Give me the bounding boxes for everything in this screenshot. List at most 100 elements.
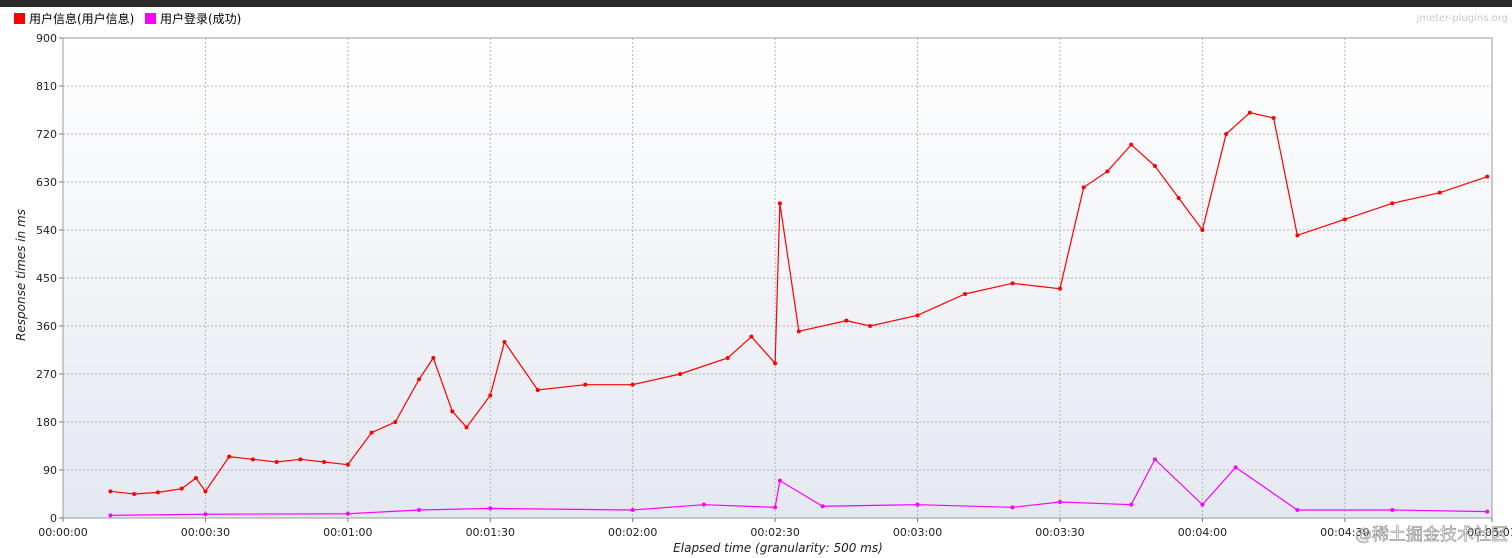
window-bar <box>0 0 1512 7</box>
data-point <box>108 513 113 518</box>
data-point <box>417 377 422 382</box>
data-point <box>393 420 398 424</box>
data-point <box>1295 233 1300 238</box>
data-point <box>1233 465 1238 470</box>
x-tick-label: 00:00:30 <box>181 526 230 539</box>
y-tick-label: 180 <box>36 416 57 429</box>
data-point <box>749 334 754 339</box>
data-point <box>1176 196 1181 200</box>
x-tick-label: 00:03:00 <box>893 526 942 539</box>
data-point <box>1129 142 1134 147</box>
x-axis-label: Elapsed time (granularity: 500 ms) <box>673 541 883 555</box>
data-point <box>274 460 279 464</box>
data-point <box>1224 132 1229 136</box>
data-point <box>250 457 255 462</box>
data-point <box>773 361 778 366</box>
data-point <box>488 393 493 398</box>
y-tick-label: 0 <box>50 512 57 525</box>
x-tick-label: 00:04:00 <box>1178 526 1227 539</box>
data-point <box>1010 505 1015 510</box>
data-point <box>1200 502 1205 507</box>
data-point <box>777 201 782 206</box>
data-point <box>108 489 113 494</box>
data-point <box>1485 174 1490 179</box>
y-tick-label: 720 <box>36 128 57 141</box>
legend: 用户信息(用户信息) 用户登录(成功) <box>14 11 241 26</box>
data-point <box>345 462 350 467</box>
data-point <box>820 504 825 509</box>
x-tick-label: 00:02:00 <box>608 526 657 539</box>
data-point <box>1295 508 1300 512</box>
x-tick-label: 00:03:30 <box>1035 526 1084 539</box>
data-point <box>1200 228 1205 232</box>
legend-swatch-user-info <box>14 13 25 24</box>
data-point <box>1105 169 1110 174</box>
data-point <box>1129 502 1134 507</box>
data-point <box>915 313 920 318</box>
y-tick-label: 90 <box>43 464 57 477</box>
x-tick-label: 00:01:00 <box>323 526 372 539</box>
response-times-chart: 0 90 180 270 360 450 540 630 720 810 900 00:00:00 00… <box>0 0 1512 558</box>
data-point <box>203 489 208 494</box>
data-point <box>450 409 455 414</box>
y-tick-label: 540 <box>36 224 57 237</box>
legend-label-user-login: 用户登录(成功) <box>160 11 241 26</box>
data-point <box>417 508 422 512</box>
y-tick-label: 630 <box>36 176 57 189</box>
x-tick-label: 00:00:00 <box>38 526 87 539</box>
data-point <box>298 457 303 462</box>
data-point <box>773 505 778 510</box>
data-point <box>868 324 873 328</box>
y-tick-label: 810 <box>36 80 57 93</box>
data-point <box>1485 509 1490 514</box>
data-point <box>678 372 683 376</box>
site-credit: @稀土掘金技术社区 <box>1355 525 1508 545</box>
data-point <box>193 476 198 480</box>
data-point <box>1057 286 1062 291</box>
data-point <box>1342 217 1347 222</box>
data-point <box>345 511 350 516</box>
y-tick-label: 900 <box>36 32 57 45</box>
data-point <box>1010 281 1015 286</box>
data-point <box>701 502 706 507</box>
data-point <box>777 478 782 483</box>
data-point <box>915 502 920 507</box>
data-point <box>464 425 469 430</box>
data-point <box>488 506 493 511</box>
data-point <box>179 486 184 491</box>
x-tick-label: 00:01:30 <box>466 526 515 539</box>
data-point <box>583 382 588 387</box>
data-point <box>1081 185 1086 190</box>
data-point <box>796 329 801 334</box>
data-point <box>155 490 160 495</box>
y-axis-label: Response times in ms <box>14 209 28 341</box>
data-point <box>630 382 635 387</box>
y-tick-label: 270 <box>36 368 57 381</box>
legend-swatch-user-login <box>145 13 156 24</box>
data-point <box>322 460 327 464</box>
data-point <box>535 388 540 392</box>
data-point <box>227 454 232 459</box>
data-point <box>431 356 436 360</box>
data-point <box>844 318 849 323</box>
x-tick-label: 00:02:30 <box>750 526 799 539</box>
data-point <box>1152 164 1157 168</box>
data-point <box>1247 110 1252 115</box>
data-point <box>1390 508 1395 512</box>
data-point <box>1271 116 1276 120</box>
data-point <box>203 512 208 517</box>
data-point <box>369 430 374 435</box>
legend-label-user-info: 用户信息(用户信息) <box>29 11 134 26</box>
data-point <box>1390 201 1395 206</box>
data-point <box>1057 500 1062 504</box>
data-point <box>1437 190 1442 195</box>
data-point <box>132 492 137 496</box>
data-point <box>502 340 507 344</box>
data-point <box>725 356 730 360</box>
y-tick-label: 450 <box>36 272 57 285</box>
y-tick-label: 360 <box>36 320 57 333</box>
data-point <box>963 292 968 296</box>
data-point <box>630 508 635 512</box>
data-point <box>1152 457 1157 462</box>
watermark: jmeter-plugins.org <box>1415 13 1508 24</box>
